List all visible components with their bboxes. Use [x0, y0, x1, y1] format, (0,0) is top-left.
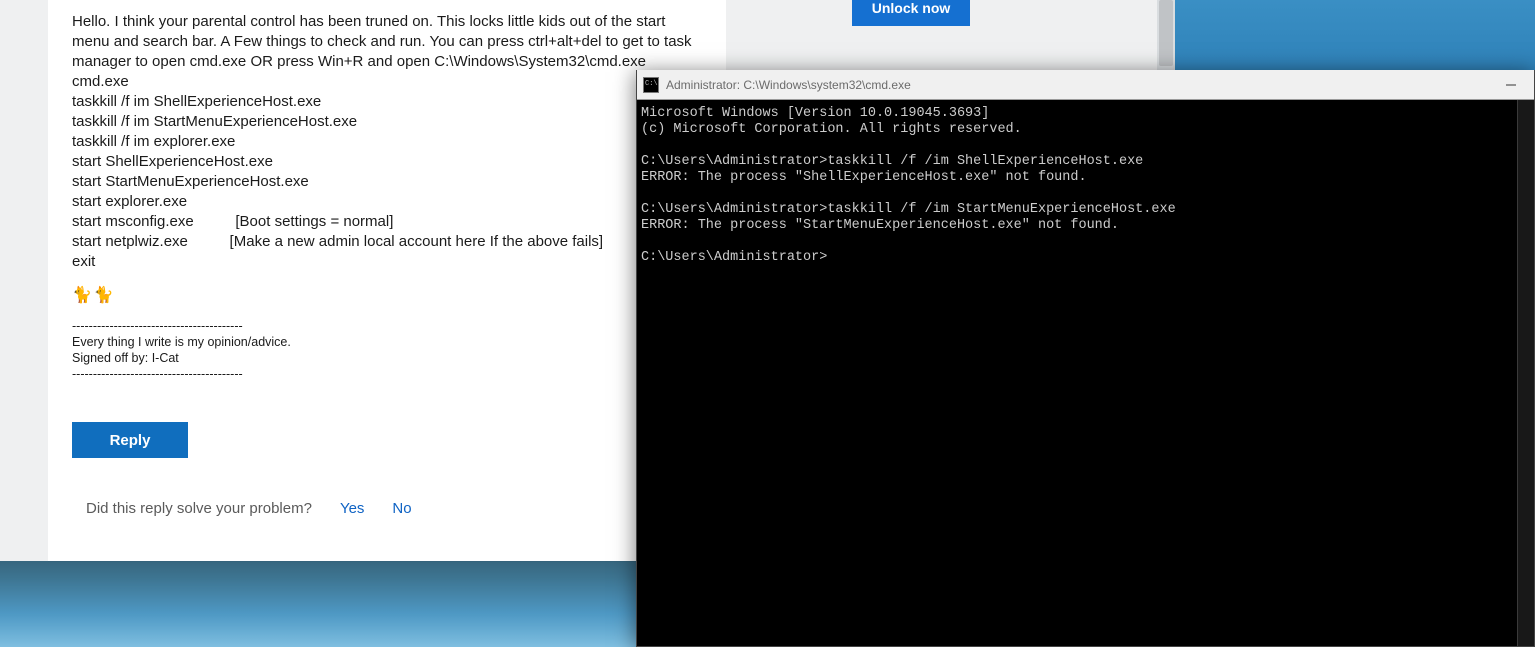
post-emoji: 🐈🐈: [72, 286, 702, 306]
cmd-title-text: Administrator: C:\Windows\system32\cmd.e…: [666, 78, 911, 92]
feedback-row: Did this reply solve your problem? Yes N…: [72, 500, 702, 517]
feedback-yes-link[interactable]: Yes: [340, 500, 364, 517]
reply-button[interactable]: Reply: [72, 422, 188, 458]
signature-rule: ----------------------------------------…: [72, 366, 702, 382]
post-signature: ----------------------------------------…: [72, 318, 702, 382]
feedback-question: Did this reply solve your problem?: [86, 500, 312, 517]
post-line: start netplwiz.exe [Make a new admin loc…: [72, 232, 702, 252]
post-paragraph: Hello. I think your parental control has…: [72, 12, 702, 72]
forum-post-card: Hello. I think your parental control has…: [48, 0, 726, 561]
minimize-icon: [1506, 80, 1516, 90]
cmd-app-icon: [643, 77, 659, 93]
signature-line: Signed off by: I-Cat: [72, 350, 702, 366]
cmd-window[interactable]: Administrator: C:\Windows\system32\cmd.e…: [636, 70, 1535, 647]
browser-scrollbar-thumb[interactable]: [1159, 0, 1173, 66]
cmd-titlebar[interactable]: Administrator: C:\Windows\system32\cmd.e…: [637, 70, 1534, 100]
post-line: start explorer.exe: [72, 192, 702, 212]
post-line: taskkill /f im StartMenuExperienceHost.e…: [72, 112, 702, 132]
minimize-button[interactable]: [1488, 70, 1534, 100]
cmd-scrollbar[interactable]: [1517, 100, 1534, 646]
feedback-no-link[interactable]: No: [392, 500, 411, 517]
signature-rule: ----------------------------------------…: [72, 318, 702, 334]
post-line: start msconfig.exe [Boot settings = norm…: [72, 212, 702, 232]
post-line: taskkill /f im ShellExperienceHost.exe: [72, 92, 702, 112]
post-line: cmd.exe: [72, 72, 702, 92]
unlock-now-button[interactable]: Unlock now: [852, 0, 970, 26]
cmd-client-area[interactable]: Microsoft Windows [Version 10.0.19045.36…: [637, 100, 1534, 646]
post-line: start StartMenuExperienceHost.exe: [72, 172, 702, 192]
post-line: taskkill /f im explorer.exe: [72, 132, 702, 152]
signature-line: Every thing I write is my opinion/advice…: [72, 334, 702, 350]
post-body: Hello. I think your parental control has…: [72, 12, 702, 382]
post-line: exit: [72, 252, 702, 272]
post-line: start ShellExperienceHost.exe: [72, 152, 702, 172]
